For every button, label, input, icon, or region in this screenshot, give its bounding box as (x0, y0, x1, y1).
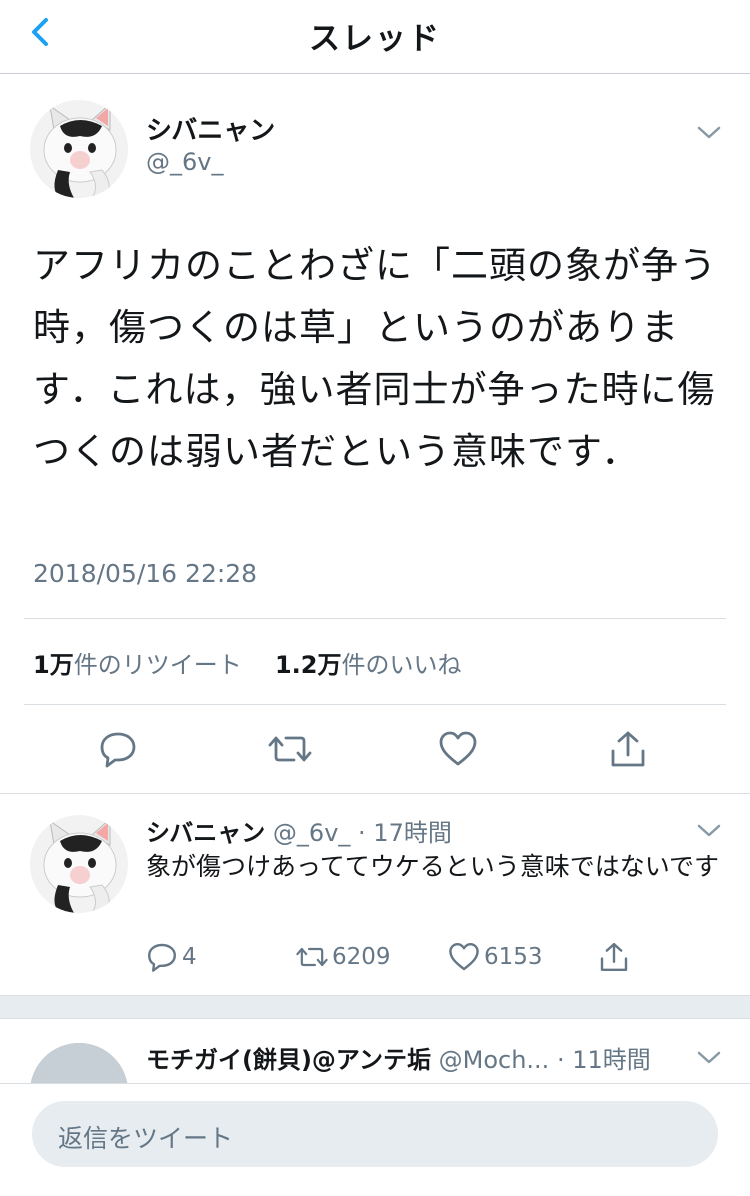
reply-icon (148, 943, 176, 972)
like-count: 1.2万 (274, 651, 342, 679)
author-handle[interactable]: @Moch... (439, 1046, 550, 1074)
chevron-down-icon[interactable] (696, 823, 722, 839)
retweet-action[interactable]: 6209 (296, 941, 391, 973)
nav-header: スレッド (0, 0, 750, 74)
like-action[interactable]: 6153 (448, 941, 543, 973)
like-label: 件のいいね (341, 651, 462, 679)
cat-avatar-icon (30, 815, 128, 913)
retweet-icon[interactable] (268, 729, 312, 769)
reply-icon[interactable] (98, 729, 138, 769)
share-icon[interactable] (608, 729, 648, 769)
heart-icon[interactable] (438, 729, 478, 769)
like-count: 6153 (484, 944, 543, 970)
author-name[interactable]: シバニャン (146, 110, 275, 147)
retweet-count: 6209 (332, 944, 391, 970)
retweet-count: 1万 (33, 651, 74, 679)
retweet-icon (296, 947, 328, 967)
avatar[interactable] (30, 815, 128, 913)
tweet-time: · 17時間 (358, 819, 452, 847)
reply-input[interactable]: 返信をツイート (32, 1101, 718, 1167)
page-title: スレッド (309, 21, 441, 57)
chevron-down-icon[interactable] (696, 1050, 722, 1066)
tweet-timestamp: 2018/05/16 22:28 (33, 559, 258, 588)
chevron-down-icon[interactable] (696, 125, 722, 141)
tweet-time: · 11時間 (556, 1046, 651, 1074)
tweet-text: アフリカのことわざに「二頭の象が争う時，傷つくのは草」というのがあります．これは… (33, 244, 717, 473)
engagement-stats: 1万件のリツイート 1.2万件のいいね (33, 645, 462, 680)
author-name[interactable]: モチガイ(餅貝)@アンテ垢 (146, 1046, 431, 1074)
share-icon (600, 943, 628, 971)
tweet-text: 象が傷つけあっててウケるという意味ではないです (146, 852, 720, 881)
reply-action[interactable]: 4 (146, 941, 197, 973)
divider (24, 704, 726, 705)
section-gap (0, 995, 750, 1019)
author-handle[interactable]: @_6v_ (273, 819, 350, 847)
like-stat[interactable]: 1.2万件のいいね (275, 651, 462, 679)
compose-bar: 返信をツイート (0, 1083, 750, 1196)
share-action[interactable] (598, 941, 634, 973)
reply-placeholder: 返信をツイート (58, 1124, 234, 1153)
author-handle[interactable]: @_6v_ (146, 148, 223, 176)
tweet-meta: モチガイ(餅貝)@アンテ垢 @Moch... · 11時間 (146, 1040, 651, 1075)
retweet-stat[interactable]: 1万件のリツイート (33, 651, 242, 679)
retweet-label: 件のリツイート (73, 651, 242, 679)
reply-count: 4 (182, 944, 197, 970)
avatar[interactable] (30, 100, 128, 198)
heart-icon (449, 943, 479, 971)
cat-avatar-icon (30, 100, 128, 198)
divider (0, 793, 750, 794)
author-name[interactable]: シバニャン (146, 819, 265, 847)
reply-meta: シバニャン @_6v_ · 17時間 (146, 813, 452, 848)
divider (24, 618, 726, 619)
